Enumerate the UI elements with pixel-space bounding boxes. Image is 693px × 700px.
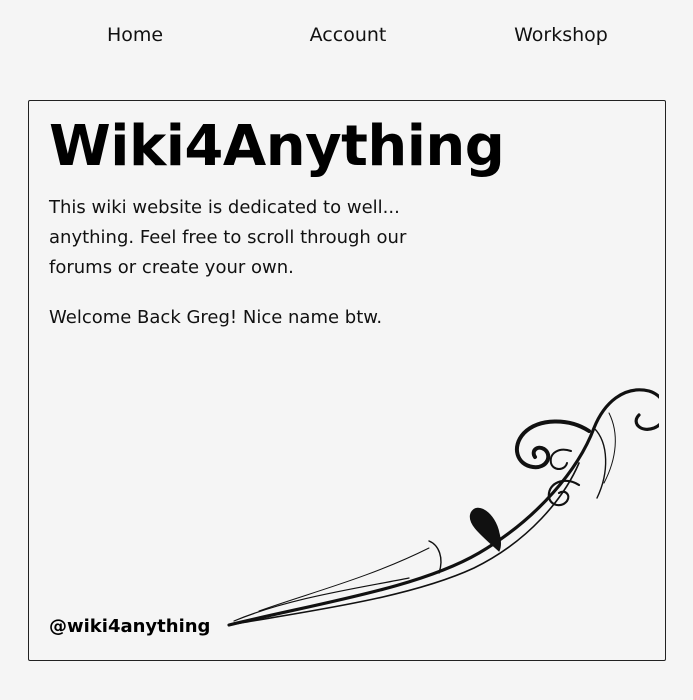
main-card: Wiki4Anything This wiki website is dedic… (28, 100, 666, 661)
nav-workshop[interactable]: Workshop (514, 24, 608, 46)
welcome-message: Welcome Back Greg! Nice name btw. (49, 307, 383, 328)
flourish-ornament-icon (227, 388, 659, 627)
social-handle: @wiki4anything (49, 616, 211, 637)
nav-account[interactable]: Account (310, 24, 387, 46)
top-nav: Home Account Workshop (0, 0, 693, 72)
nav-home[interactable]: Home (107, 24, 163, 46)
site-description: This wiki website is dedicated to well..… (49, 197, 407, 278)
page-title: Wiki4Anything (49, 114, 505, 179)
